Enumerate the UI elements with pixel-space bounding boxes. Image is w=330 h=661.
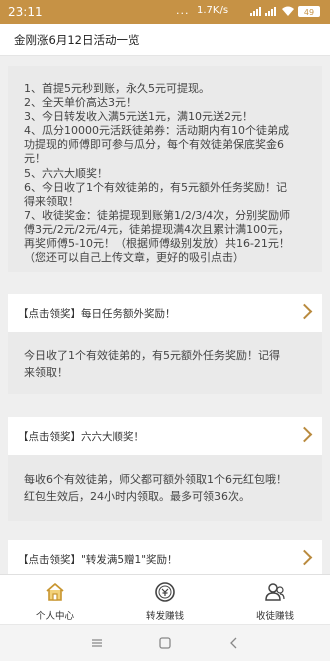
coin-icon [155, 582, 175, 602]
wifi-icon [282, 6, 294, 16]
claim-liuliu-dashun-reward-button[interactable]: 【点击领奖】六六大顺奖！ [8, 417, 322, 455]
notice-line: 1、首提5元秒到账，永久5元可提现。 [24, 82, 210, 95]
notice-line: 3、今日转发收入满5元送1元，满10元送2元！ [24, 110, 253, 124]
menu-icon[interactable] [89, 635, 105, 651]
card-title: 【点击领奖】每日任务额外奖励！ [18, 308, 176, 320]
signal-icon [250, 7, 261, 16]
notice-line: 4、瓜分10000元活跃徒弟券：活动期内有10个徒弟成 [24, 124, 289, 138]
card-title: 【点击领奖】"转发满5赠1"奖励！ [18, 554, 178, 566]
signal-icon-2 [265, 7, 276, 16]
notice-line: 功提现的师傅即可参与瓜分，每个有效徒弟保底奖金6 [24, 138, 284, 152]
system-nav-bar [0, 624, 330, 661]
status-bar: 23:11 ... 1.7K/s 49 [0, 0, 330, 24]
status-more-dots: ... [176, 4, 190, 17]
page-header: 金刚涨6月12日活动一览 [0, 24, 330, 56]
battery-icon: 49 [298, 6, 320, 17]
bottom-tab-bar: 个人中心 转发赚钱 收徒赚钱 [0, 574, 330, 625]
notice-line: 7、收徒奖金：徒弟提现到账第1/2/3/4次，分别奖励师 [24, 208, 291, 222]
notice-line: 2、全天单价高达3元！ [24, 96, 137, 110]
activity-content[interactable]: 1、首提5元秒到账，永久5元可提现。 2、全天单价高达3元！ 3、今日转发收入满… [0, 56, 330, 574]
card-body-line: 每收6个有效徒弟，师父都可额外领取1个6元红包哦！ [24, 473, 287, 486]
page-title: 金刚涨6月12日活动一览 [14, 33, 140, 47]
claim-daily-task-reward-button[interactable]: 【点击领奖】每日任务额外奖励！ [8, 294, 322, 332]
claim-forward-bonus-button[interactable]: 【点击领奖】"转发满5赠1"奖励！ [8, 540, 322, 574]
card-body-line: 红包生效后，24小时内领取。最多可领36次。 [24, 490, 250, 503]
tab-label: 转发赚钱 [145, 611, 184, 622]
chevron-right-icon [296, 426, 313, 443]
activity-notice: 1、首提5元秒到账，永久5元可提现。 2、全天单价高达3元！ 3、今日转发收入满… [8, 66, 322, 272]
chevron-right-icon [296, 303, 313, 320]
card-body-line: 今日收了1个有效徒弟的，有5元额外任务奖励！记得 [24, 349, 280, 362]
notice-line: 再奖师傅5-10元！（根据师傅级别发放）共16-21元！ [24, 237, 290, 251]
home-icon [46, 583, 64, 601]
card-body-line: 来领取！ [24, 366, 68, 379]
tab-recruit-earn[interactable]: 收徒赚钱 [220, 575, 330, 625]
notice-line: （您还可以自己上传文章，更好的吸引点击） [24, 251, 244, 265]
tab-label: 个人中心 [35, 611, 74, 622]
home-button-icon[interactable] [157, 635, 173, 651]
tab-forward-earn[interactable]: 转发赚钱 [110, 575, 220, 625]
card-description: 每收6个有效徒弟，师父都可额外领取1个6元红包哦！ 红包生效后，24小时内领取。… [8, 455, 322, 521]
notice-line: 元！ [24, 152, 46, 166]
notice-line: 6、今日收了1个有效徒弟的，有5元额外任务奖励！记 [24, 180, 287, 194]
card-title: 【点击领奖】六六大顺奖！ [18, 431, 144, 443]
chevron-right-icon [296, 549, 313, 566]
card-description: 今日收了1个有效徒弟的，有5元额外任务奖励！记得 来领取！ [8, 332, 322, 394]
notice-line: 5、六六大顺奖！ [24, 166, 108, 180]
back-icon[interactable] [226, 635, 242, 651]
notice-line: 得来领取！ [24, 194, 79, 208]
notice-line: 傅3元/2元/2元/4元，徒弟提现满4次且累计满100元， [24, 222, 290, 236]
people-icon [265, 583, 285, 601]
tab-label: 收徒赚钱 [255, 611, 294, 622]
network-speed: 1.7K/s [197, 5, 229, 16]
tab-personal-center[interactable]: 个人中心 [0, 575, 110, 625]
status-time: 23:11 [8, 5, 43, 19]
